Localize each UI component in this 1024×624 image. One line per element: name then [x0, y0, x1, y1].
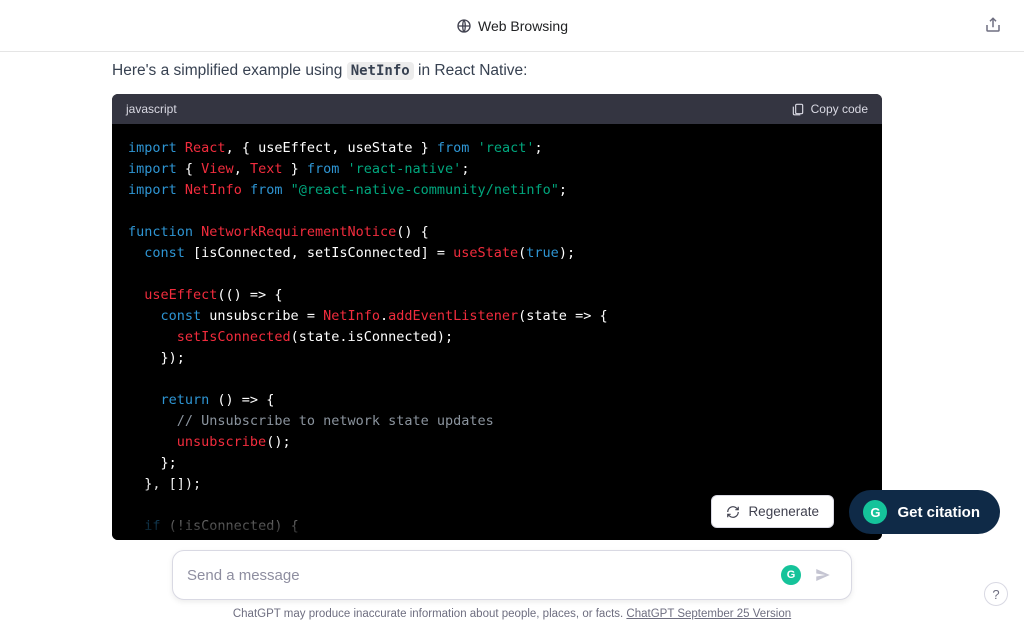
intro-text: Here's a simplified example using NetInf… [112, 62, 882, 80]
composer: G [172, 550, 852, 600]
copy-code-label: Copy code [811, 102, 868, 116]
globe-icon [456, 18, 472, 34]
share-button[interactable] [984, 16, 1002, 34]
get-citation-button[interactable]: G Get citation [849, 490, 1000, 534]
disclaimer-text: ChatGPT may produce inaccurate informati… [233, 608, 627, 620]
copy-code-button[interactable]: Copy code [791, 102, 868, 116]
help-label: ? [992, 587, 999, 602]
topbar: Web Browsing [0, 0, 1024, 52]
footer-disclaimer: ChatGPT may produce inaccurate informati… [0, 608, 1024, 620]
intro-suffix: in React Native: [414, 62, 528, 79]
codeblock-header: javascript Copy code [112, 94, 882, 124]
get-citation-label: Get citation [897, 504, 980, 521]
version-link[interactable]: ChatGPT September 25 Version [626, 608, 791, 620]
refresh-icon [726, 505, 740, 519]
code-language-label: javascript [126, 102, 177, 116]
message-input[interactable] [187, 567, 781, 584]
model-selector[interactable]: Web Browsing [456, 18, 568, 34]
grammarly-indicator-icon[interactable]: G [781, 565, 801, 585]
clipboard-icon [791, 102, 805, 116]
model-label: Web Browsing [478, 18, 568, 34]
send-button[interactable] [809, 561, 837, 589]
inline-code: NetInfo [347, 62, 414, 80]
intro-prefix: Here's a simplified example using [112, 62, 347, 79]
code-content[interactable]: import React, { useEffect, useState } fr… [112, 124, 882, 540]
assistant-message: Here's a simplified example using NetInf… [112, 52, 912, 540]
regenerate-label: Regenerate [748, 504, 819, 519]
regenerate-button[interactable]: Regenerate [711, 495, 834, 528]
help-button[interactable]: ? [984, 582, 1008, 606]
grammarly-badge-icon: G [863, 500, 887, 524]
codeblock: javascript Copy code import React, { use… [112, 94, 882, 540]
